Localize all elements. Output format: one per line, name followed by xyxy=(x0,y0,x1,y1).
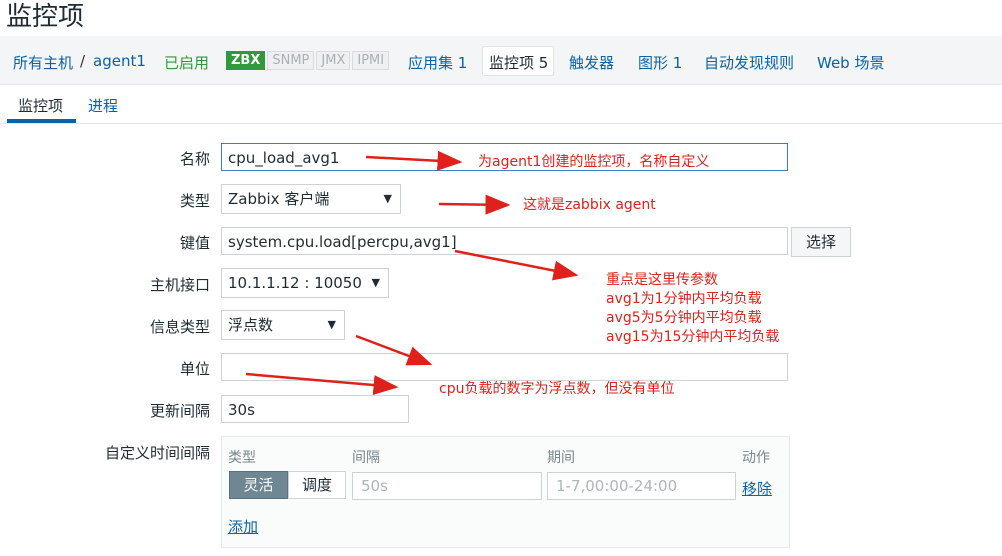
arrow-key xyxy=(454,249,579,281)
annotation-arrows xyxy=(245,150,579,396)
arrow-info-type xyxy=(355,334,433,366)
arrow-name xyxy=(365,150,463,171)
arrow-units xyxy=(245,372,399,396)
arrow-type xyxy=(438,194,511,215)
